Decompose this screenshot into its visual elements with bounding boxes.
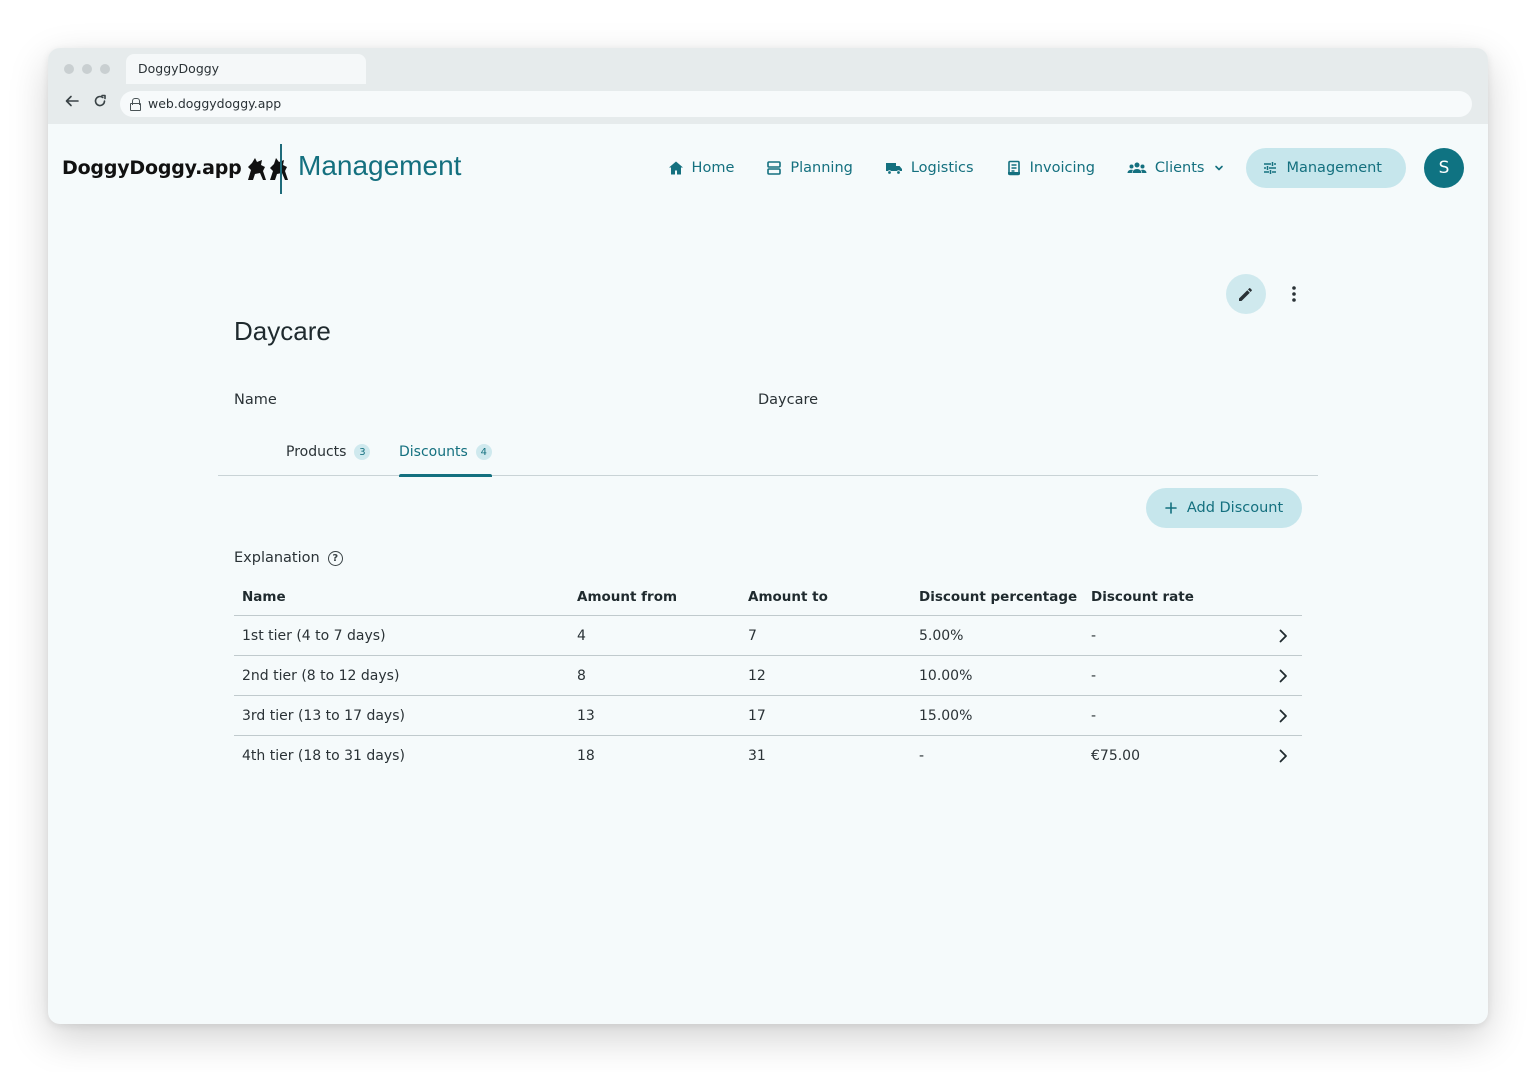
nav-clients-label: Clients [1154,160,1205,176]
tab-bar: Products 3 Discounts 4 [218,428,1318,477]
cell-amount-from: 4 [577,627,586,644]
explanation-label: Explanation [234,550,320,566]
chevron-right-icon[interactable] [1278,669,1288,683]
more-options-button[interactable] [1274,274,1314,314]
app-content: DoggyDoggy.app Management Home Planning [48,124,1488,1024]
page-title: Daycare [234,316,331,346]
more-vert-icon [1292,286,1296,302]
cell-amount-to: 7 [748,627,757,644]
dogs-logo-icon [247,158,288,180]
help-icon[interactable]: ? [327,550,343,566]
app-logo[interactable]: DoggyDoggy.app [62,154,292,182]
browser-chrome: DoggyDoggy web.doggydoggy.app [48,48,1488,124]
lock-icon [130,98,141,111]
cell-discount-rate: - [1091,667,1097,684]
main-nav: Home Planning Logistics Invoicing Client… [652,148,1488,188]
col-header-amount-from: Amount from [577,588,678,605]
minimize-dot[interactable] [82,64,92,74]
back-arrow-icon[interactable] [63,94,81,114]
nav-clients[interactable]: Clients [1111,148,1241,188]
table-header: Name Amount from Amount to Discount perc… [234,578,1302,616]
people-icon [1127,162,1147,173]
name-field-label: Name [234,392,277,408]
explanation: Explanation ? [234,550,343,566]
chevron-right-icon[interactable] [1278,709,1288,723]
browser-tab[interactable]: DoggyDoggy [126,54,366,84]
user-avatar[interactable]: S [1424,148,1464,188]
name-field-value: Daycare [758,392,819,408]
tab-discounts-label: Discounts [399,444,468,460]
invoice-icon [1007,160,1020,176]
nav-management[interactable]: Management [1246,148,1406,188]
home-icon [668,161,683,175]
cell-discount-percentage: - [919,748,925,764]
close-dot[interactable] [64,64,74,74]
cell-amount-from: 13 [577,707,595,724]
cell-name: 3rd tier (13 to 17 days) [242,707,405,724]
cell-amount-to: 17 [748,707,766,724]
col-header-amount-to: Amount to [748,588,828,605]
cell-name: 1st tier (4 to 7 days) [242,627,386,644]
cell-amount-from: 8 [577,667,586,684]
cell-discount-rate: - [1091,627,1097,644]
tab-products-label: Products [286,444,347,460]
tab-discounts-count: 4 [475,444,492,460]
tab-products-count: 3 [354,444,371,460]
nav-logistics[interactable]: Logistics [869,148,990,188]
address-bar[interactable]: web.doggydoggy.app [120,91,1472,117]
chevron-down-icon [1215,165,1224,171]
table-row[interactable]: 2nd tier (8 to 12 days) 8 12 10.00% - [234,656,1302,696]
reload-icon[interactable] [91,94,109,114]
url-text: web.doggydoggy.app [148,96,282,111]
nav-planning-label: Planning [790,160,853,176]
cell-discount-percentage: 15.00% [919,707,973,724]
col-header-discount-percentage: Discount percentage [919,588,1078,605]
cell-amount-from: 18 [577,748,595,764]
chevron-right-icon[interactable] [1278,749,1288,763]
window-controls [64,64,110,74]
maximize-dot[interactable] [100,64,110,74]
table-row[interactable]: 4th tier (18 to 31 days) 18 31 - €75.00 [234,736,1302,776]
nav-management-label: Management [1286,160,1382,176]
discounts-table: Name Amount from Amount to Discount perc… [234,578,1302,776]
nav-invoicing-label: Invoicing [1029,160,1095,176]
cell-name: 2nd tier (8 to 12 days) [242,667,400,684]
table-row[interactable]: 3rd tier (13 to 17 days) 13 17 15.00% - [234,696,1302,736]
header-divider [280,144,282,194]
cell-discount-percentage: 10.00% [919,667,973,684]
cell-amount-to: 12 [748,667,766,684]
planning-icon [767,161,782,175]
nav-logistics-label: Logistics [910,160,974,176]
cell-discount-rate: €75.00 [1091,748,1140,764]
col-header-name: Name [242,588,286,605]
col-header-discount-rate: Discount rate [1091,588,1194,605]
sliders-icon [1264,162,1277,174]
tab-discounts[interactable]: Discounts 4 [399,428,492,477]
pencil-icon [1239,288,1252,301]
edit-button[interactable] [1226,274,1266,314]
plus-icon [1165,502,1177,514]
chevron-right-icon[interactable] [1278,629,1288,643]
nav-home-label: Home [691,160,735,176]
section-title: Management [298,150,462,181]
nav-home[interactable]: Home [652,148,751,188]
truck-icon [885,163,902,175]
tab-products[interactable]: Products 3 [286,428,371,476]
table-row[interactable]: 1st tier (4 to 7 days) 4 7 5.00% - [234,616,1302,656]
add-discount-button[interactable]: Add Discount [1146,488,1302,528]
cell-amount-to: 31 [748,748,766,764]
logo-text: DoggyDoggy.app [62,157,242,179]
cell-discount-rate: - [1091,707,1097,724]
add-discount-label: Add Discount [1186,500,1284,516]
browser-window: DoggyDoggy web.doggydoggy.app DoggyDoggy… [48,48,1488,1024]
nav-planning[interactable]: Planning [750,148,868,188]
cell-discount-percentage: 5.00% [919,627,964,644]
nav-invoicing[interactable]: Invoicing [990,148,1111,188]
cell-name: 4th tier (18 to 31 days) [242,748,405,764]
